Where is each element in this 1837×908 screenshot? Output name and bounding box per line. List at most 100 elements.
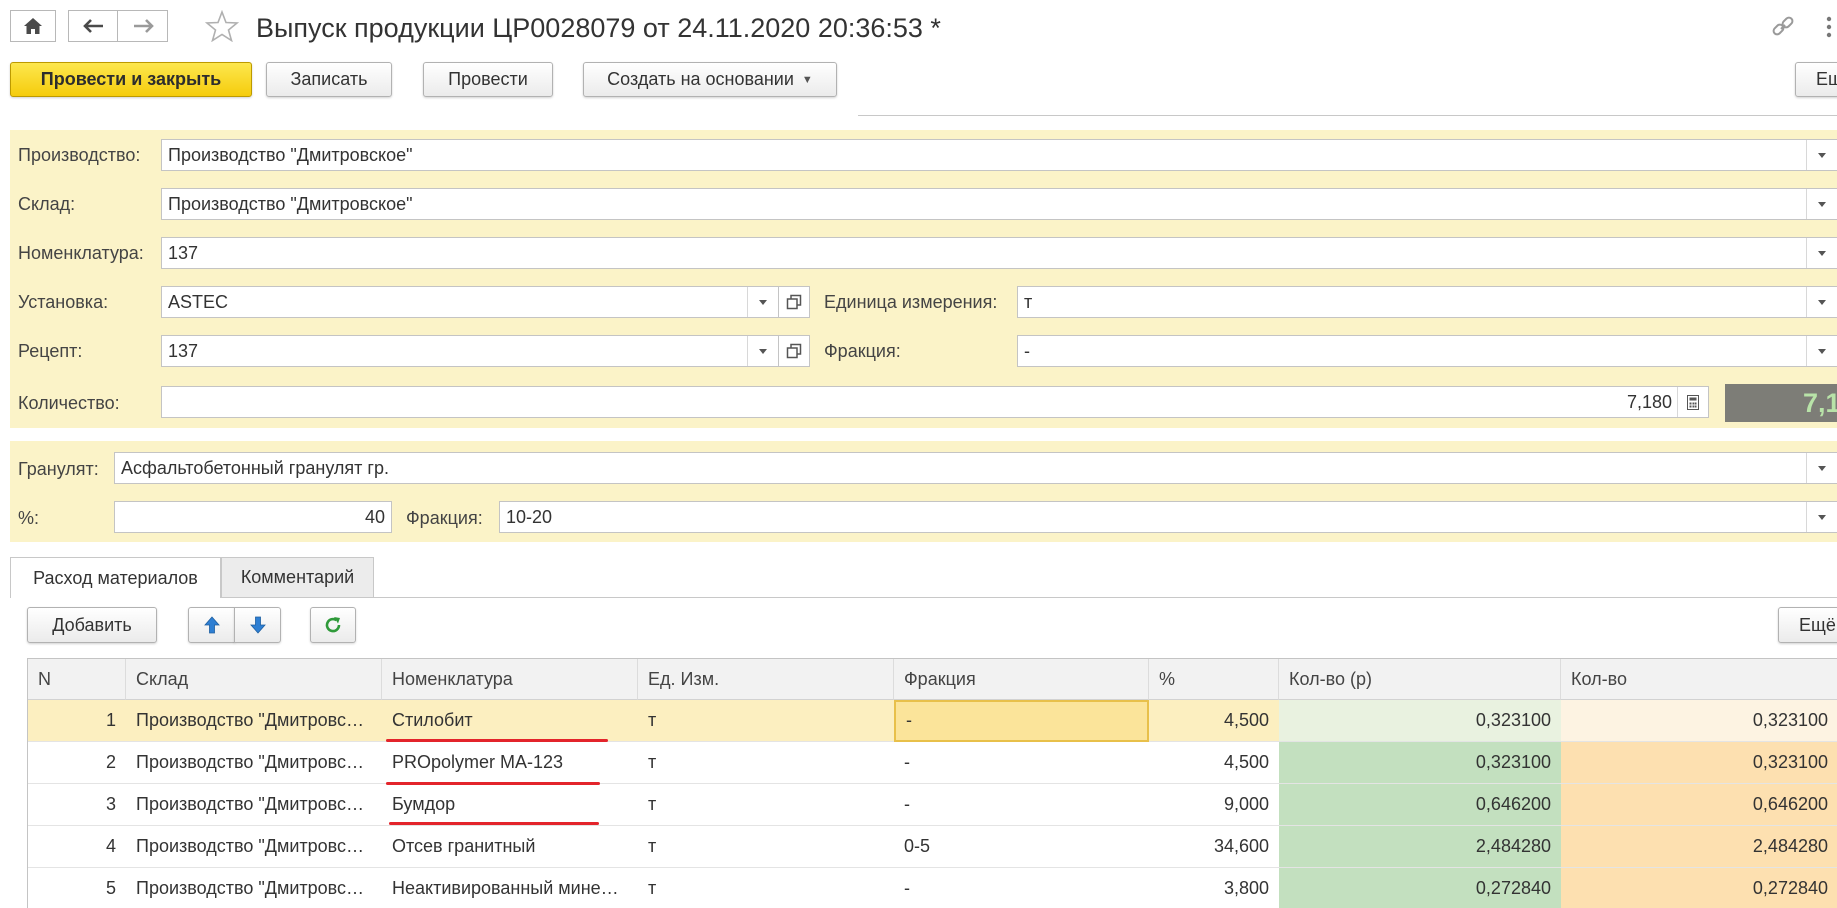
move-down-button[interactable] xyxy=(234,607,281,643)
nomenclature-dropdown-button[interactable] xyxy=(1806,238,1837,268)
chevron-down-icon xyxy=(1818,299,1826,305)
row-fraction-active-cell[interactable]: - xyxy=(894,700,1149,742)
recipe-dropdown-button[interactable] xyxy=(747,336,778,366)
granulate-fraction-label: Фракция: xyxy=(406,508,483,528)
row-fraction: - xyxy=(894,742,1149,784)
tab-materials[interactable]: Расход материалов xyxy=(10,557,221,598)
row-percent: 34,600 xyxy=(1149,826,1279,868)
link-icon[interactable] xyxy=(1770,14,1796,40)
back-arrow-icon xyxy=(83,19,103,33)
granulate-fraction-field[interactable]: 10-20 xyxy=(499,501,1837,533)
home-icon xyxy=(24,18,42,34)
refresh-icon xyxy=(325,617,341,633)
granulate-field[interactable]: Асфальтобетонный гранулят гр. xyxy=(114,452,1837,484)
column-header-qty[interactable]: Кол-во xyxy=(1561,659,1837,700)
column-header-percent[interactable]: % xyxy=(1149,659,1279,700)
back-button[interactable] xyxy=(68,10,120,42)
create-based-on-button[interactable]: Создать на основании ▼ xyxy=(583,62,837,97)
refresh-button[interactable] xyxy=(310,607,356,643)
warehouse-field[interactable]: Производство "Дмитровское" xyxy=(161,188,1837,220)
home-button[interactable] xyxy=(10,10,56,42)
granulate-percent-label: %: xyxy=(18,508,40,528)
production-field[interactable]: Производство "Дмитровское" xyxy=(161,139,1837,171)
row-warehouse: Производство "Дмитровское" xyxy=(126,700,382,742)
row-qty: 0,323100 xyxy=(1561,742,1837,784)
granulate-percent-field[interactable]: 40 xyxy=(114,501,392,533)
quantity-total-display: 7,180 xyxy=(1725,384,1837,422)
plant-label: Установка: xyxy=(18,292,109,312)
row-number: 4 xyxy=(28,826,126,868)
granulate-dropdown-button[interactable] xyxy=(1806,453,1837,483)
open-window-icon xyxy=(786,294,802,310)
table-more-button[interactable]: Ещё xyxy=(1778,607,1837,643)
more-button[interactable]: Ещё xyxy=(1795,62,1837,97)
materials-table: N Склад Номенклатура Ед. Изм. Фракция % … xyxy=(27,658,1837,908)
move-up-button[interactable] xyxy=(188,607,235,643)
row-nomenclature: Стилобит xyxy=(382,700,638,742)
nomenclature-label: Номенклатура: xyxy=(18,243,144,263)
column-header-qty-calc[interactable]: Кол-во (р) xyxy=(1279,659,1561,700)
column-header-warehouse[interactable]: Склад xyxy=(126,659,382,700)
annotation-underline xyxy=(386,739,608,742)
chevron-down-icon xyxy=(1818,465,1826,471)
row-percent: 4,500 xyxy=(1149,742,1279,784)
chevron-down-icon xyxy=(759,348,767,354)
row-unit: т xyxy=(638,700,894,742)
add-row-button[interactable]: Добавить xyxy=(27,607,157,643)
unit-field[interactable]: т xyxy=(1017,286,1837,318)
row-qty-calc: 0,323100 xyxy=(1279,700,1561,742)
unit-label: Единица измерения: xyxy=(824,292,998,312)
arrow-down-icon xyxy=(249,616,266,634)
forward-button[interactable] xyxy=(117,10,168,42)
recipe-value: 137 xyxy=(168,341,199,361)
kebab-menu-icon[interactable] xyxy=(1824,14,1834,40)
row-qty: 0,323100 xyxy=(1561,700,1837,742)
forward-arrow-icon xyxy=(133,19,154,33)
tab-comment[interactable]: Комментарий xyxy=(221,557,374,597)
save-button[interactable]: Записать xyxy=(266,62,392,97)
row-number: 5 xyxy=(28,868,126,908)
unit-dropdown-button[interactable] xyxy=(1806,287,1837,317)
row-qty-calc: 0,323100 xyxy=(1279,742,1561,784)
row-percent: 9,000 xyxy=(1149,784,1279,826)
row-qty: 2,484280 xyxy=(1561,826,1837,868)
recipe-open-button[interactable] xyxy=(778,335,810,367)
star-icon[interactable] xyxy=(205,10,239,42)
chevron-down-icon xyxy=(1818,348,1826,354)
production-dropdown-button[interactable] xyxy=(1806,140,1837,170)
quantity-field[interactable]: 7,180 xyxy=(161,386,1709,418)
fraction-dropdown-button[interactable] xyxy=(1806,336,1837,366)
nomenclature-field[interactable]: 137 xyxy=(161,237,1837,269)
post-button[interactable]: Провести xyxy=(423,62,553,97)
calculator-icon xyxy=(1687,394,1699,410)
plant-dropdown-button[interactable] xyxy=(747,287,778,317)
row-qty: 0,646200 xyxy=(1561,784,1837,826)
row-warehouse: Производство "Дмитровское" xyxy=(126,868,382,908)
column-header-unit[interactable]: Ед. Изм. xyxy=(638,659,894,700)
row-number: 3 xyxy=(28,784,126,826)
chevron-down-icon xyxy=(1818,201,1826,207)
row-nomenclature: Бумдор xyxy=(382,784,638,826)
warehouse-dropdown-button[interactable] xyxy=(1806,189,1837,219)
plant-open-button[interactable] xyxy=(778,286,810,318)
row-fraction: - xyxy=(894,868,1149,908)
row-qty-calc: 0,272840 xyxy=(1279,868,1561,908)
row-unit: т xyxy=(638,868,894,908)
row-fraction: 0-5 xyxy=(894,826,1149,868)
annotation-underline xyxy=(386,782,600,785)
annotation-underline xyxy=(389,822,599,825)
recipe-field[interactable]: 137 xyxy=(161,335,779,367)
production-value: Производство "Дмитровское" xyxy=(168,145,413,165)
quantity-label: Количество: xyxy=(18,393,120,413)
calculator-button[interactable] xyxy=(1677,387,1708,417)
row-qty-calc: 0,646200 xyxy=(1279,784,1561,826)
granulate-fraction-dropdown-button[interactable] xyxy=(1806,502,1837,532)
column-header-n[interactable]: N xyxy=(28,659,126,700)
fraction-field[interactable]: - xyxy=(1017,335,1837,367)
column-header-nomenclature[interactable]: Номенклатура xyxy=(382,659,638,700)
plant-field[interactable]: ASTEC xyxy=(161,286,779,318)
row-warehouse: Производство "Дмитровское" xyxy=(126,826,382,868)
plant-value: ASTEC xyxy=(168,292,229,312)
post-and-close-button[interactable]: Провести и закрыть xyxy=(10,62,252,97)
column-header-fraction[interactable]: Фракция xyxy=(894,659,1149,700)
